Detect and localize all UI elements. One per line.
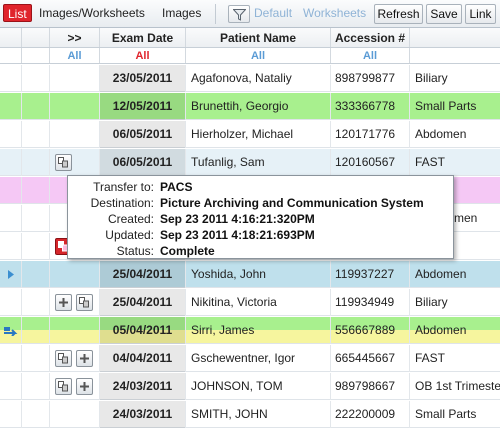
tab-images[interactable]: Images: [162, 4, 201, 22]
tooltip-label: Updated:: [105, 228, 154, 242]
transfer-icon[interactable]: [55, 154, 72, 171]
accession-cell: 222200009: [331, 401, 410, 428]
column-header-row: >> Exam Date Patient Name Accession #: [0, 28, 500, 48]
patient-name-cell: Brunettih, Georgio: [186, 93, 331, 120]
patient-name-cell: Gschewentner, Igor: [186, 345, 331, 372]
region-cell: Abdomen: [415, 127, 467, 141]
funnel-icon[interactable]: [228, 5, 250, 23]
accession-cell: 665445667: [331, 345, 410, 372]
transfer-icon[interactable]: [55, 350, 72, 367]
tab-list[interactable]: List: [3, 4, 32, 22]
table-row[interactable]: 04/04/2011 Gschewentner, Igor 665445667 …: [0, 345, 500, 372]
table-row[interactable]: 06/05/2011 Tufanlig, Sam 120160567 FAST: [0, 149, 500, 176]
exam-date-cell: 23/05/2011: [100, 65, 186, 92]
toolbar: List Images/Worksheets Images Default Wo…: [0, 0, 500, 28]
accession-cell: 120160567: [331, 149, 410, 176]
table-row[interactable]: 06/05/2011 Hierholzer, Michael 120171776…: [0, 121, 500, 148]
region-cell: Abdomen: [415, 323, 467, 337]
accession-cell: 120171776: [331, 121, 410, 148]
exam-date-cell: 12/05/2011: [100, 93, 186, 120]
region-cell: FAST: [415, 155, 446, 169]
filter-cell-blank: [410, 48, 500, 63]
table-row[interactable]: 25/04/2011 Nikitina, Victoria 119934949 …: [0, 289, 500, 316]
table-row[interactable]: 23/05/2011 Agafonova, Nataliy 898799877 …: [0, 65, 500, 92]
exam-date-header[interactable]: Exam Date: [100, 28, 186, 47]
exam-date-cell: 06/05/2011: [100, 149, 186, 176]
tooltip-destination: Picture Archiving and Communication Syst…: [160, 196, 424, 210]
toolbar-divider: [215, 4, 216, 24]
row-indicator-header: [0, 28, 22, 47]
tooltip-created: Sep 23 2011 4:16:21:320PM: [160, 212, 315, 226]
transfer-icon[interactable]: [55, 378, 72, 395]
transfer-icon[interactable]: [76, 350, 93, 367]
exam-date-cell: 05/04/2011: [100, 317, 186, 344]
filter-cell-blank: [0, 48, 22, 63]
filter-cell-blank: [22, 48, 50, 63]
patient-name-cell: SMITH, JOHN: [186, 401, 331, 428]
region-cell: Abdomen: [415, 267, 467, 281]
patient-name-cell: Hierholzer, Michael: [186, 121, 331, 148]
accession-cell: 989798667: [331, 373, 410, 400]
accession-cell: 333366778: [331, 93, 410, 120]
exam-date-cell: 24/03/2011: [100, 373, 186, 400]
accession-cell: 898799877: [331, 65, 410, 92]
accession-cell: 119934949: [331, 289, 410, 316]
expand-columns-header[interactable]: >>: [50, 28, 100, 47]
filter-all-expand[interactable]: All: [50, 48, 100, 63]
region-cell: FAST: [415, 351, 446, 365]
filter-all-patient[interactable]: All: [186, 48, 331, 63]
tooltip-label: Created:: [107, 212, 154, 226]
table-row[interactable]: 25/04/2011 Yoshida, John 119937227 Abdom…: [0, 261, 500, 288]
exam-date-cell: 25/04/2011: [100, 289, 186, 316]
filter-all-accession[interactable]: All: [331, 48, 410, 63]
transfer-status-tooltip: Transfer to: PACS Destination: Picture A…: [67, 175, 454, 259]
patient-name-cell: Yoshida, John: [186, 261, 331, 288]
tooltip-updated: Sep 23 2011 4:18:21:693PM: [160, 228, 315, 242]
transfer-icon[interactable]: [55, 294, 72, 311]
transfer-icon[interactable]: [76, 378, 93, 395]
table-row[interactable]: 24/03/2011 JOHNSON, TOM 989798667 OB 1st…: [0, 373, 500, 400]
patient-name-cell: Agafonova, Nataliy: [186, 65, 331, 92]
link-button[interactable]: Link: [465, 4, 496, 24]
transfer-icon[interactable]: [76, 294, 93, 311]
exam-date-cell: 06/05/2011: [100, 121, 186, 148]
patient-name-header[interactable]: Patient Name: [186, 28, 331, 47]
accession-cell: 556667889: [331, 317, 410, 344]
accession-header[interactable]: Accession #: [331, 28, 410, 47]
filter-row: All All All All: [0, 48, 500, 64]
arrow-transfer-icon: [4, 327, 18, 336]
filter-all-exam-date[interactable]: All: [100, 48, 186, 63]
region-cell: OB 1st Trimeste: [415, 379, 500, 393]
save-button[interactable]: Save: [426, 4, 462, 24]
region-header[interactable]: [410, 28, 500, 47]
patient-name-cell: JOHNSON, TOM: [186, 373, 331, 400]
region-cell: Small Parts: [415, 99, 477, 113]
filter-default[interactable]: Default: [254, 4, 292, 22]
tab-images-worksheets[interactable]: Images/Worksheets: [39, 4, 145, 22]
region-cell: Biliary: [415, 295, 448, 309]
filter-worksheets[interactable]: Worksheets: [303, 4, 366, 22]
patient-name-cell: Sirri, James: [186, 317, 331, 344]
exam-date-cell: 04/04/2011: [100, 345, 186, 372]
spacer-header: [22, 28, 50, 47]
table-row[interactable]: 24/03/2011 SMITH, JOHN 222200009 Small P…: [0, 401, 500, 428]
table-row[interactable]: 12/05/2011 Brunettih, Georgio 333366778 …: [0, 93, 500, 120]
row-pointer-icon: [8, 270, 14, 279]
region-cell: Biliary: [415, 71, 448, 85]
tooltip-label: Destination:: [90, 196, 154, 210]
tooltip-status: Complete: [160, 244, 215, 258]
exam-date-cell: 25/04/2011: [100, 261, 186, 288]
tooltip-label: Status:: [116, 244, 154, 258]
patient-name-cell: Tufanlig, Sam: [186, 149, 331, 176]
tooltip-label: Transfer to:: [93, 180, 154, 194]
exam-date-cell: 24/03/2011: [100, 401, 186, 428]
tooltip-transfer-to: PACS: [160, 180, 193, 194]
accession-cell: 119937227: [331, 261, 410, 288]
refresh-button[interactable]: Refresh: [374, 4, 423, 24]
table-row[interactable]: 05/04/2011 Sirri, James 556667889 Abdome…: [0, 317, 500, 344]
patient-name-cell: Nikitina, Victoria: [186, 289, 331, 316]
region-cell: Small Parts: [415, 407, 477, 421]
